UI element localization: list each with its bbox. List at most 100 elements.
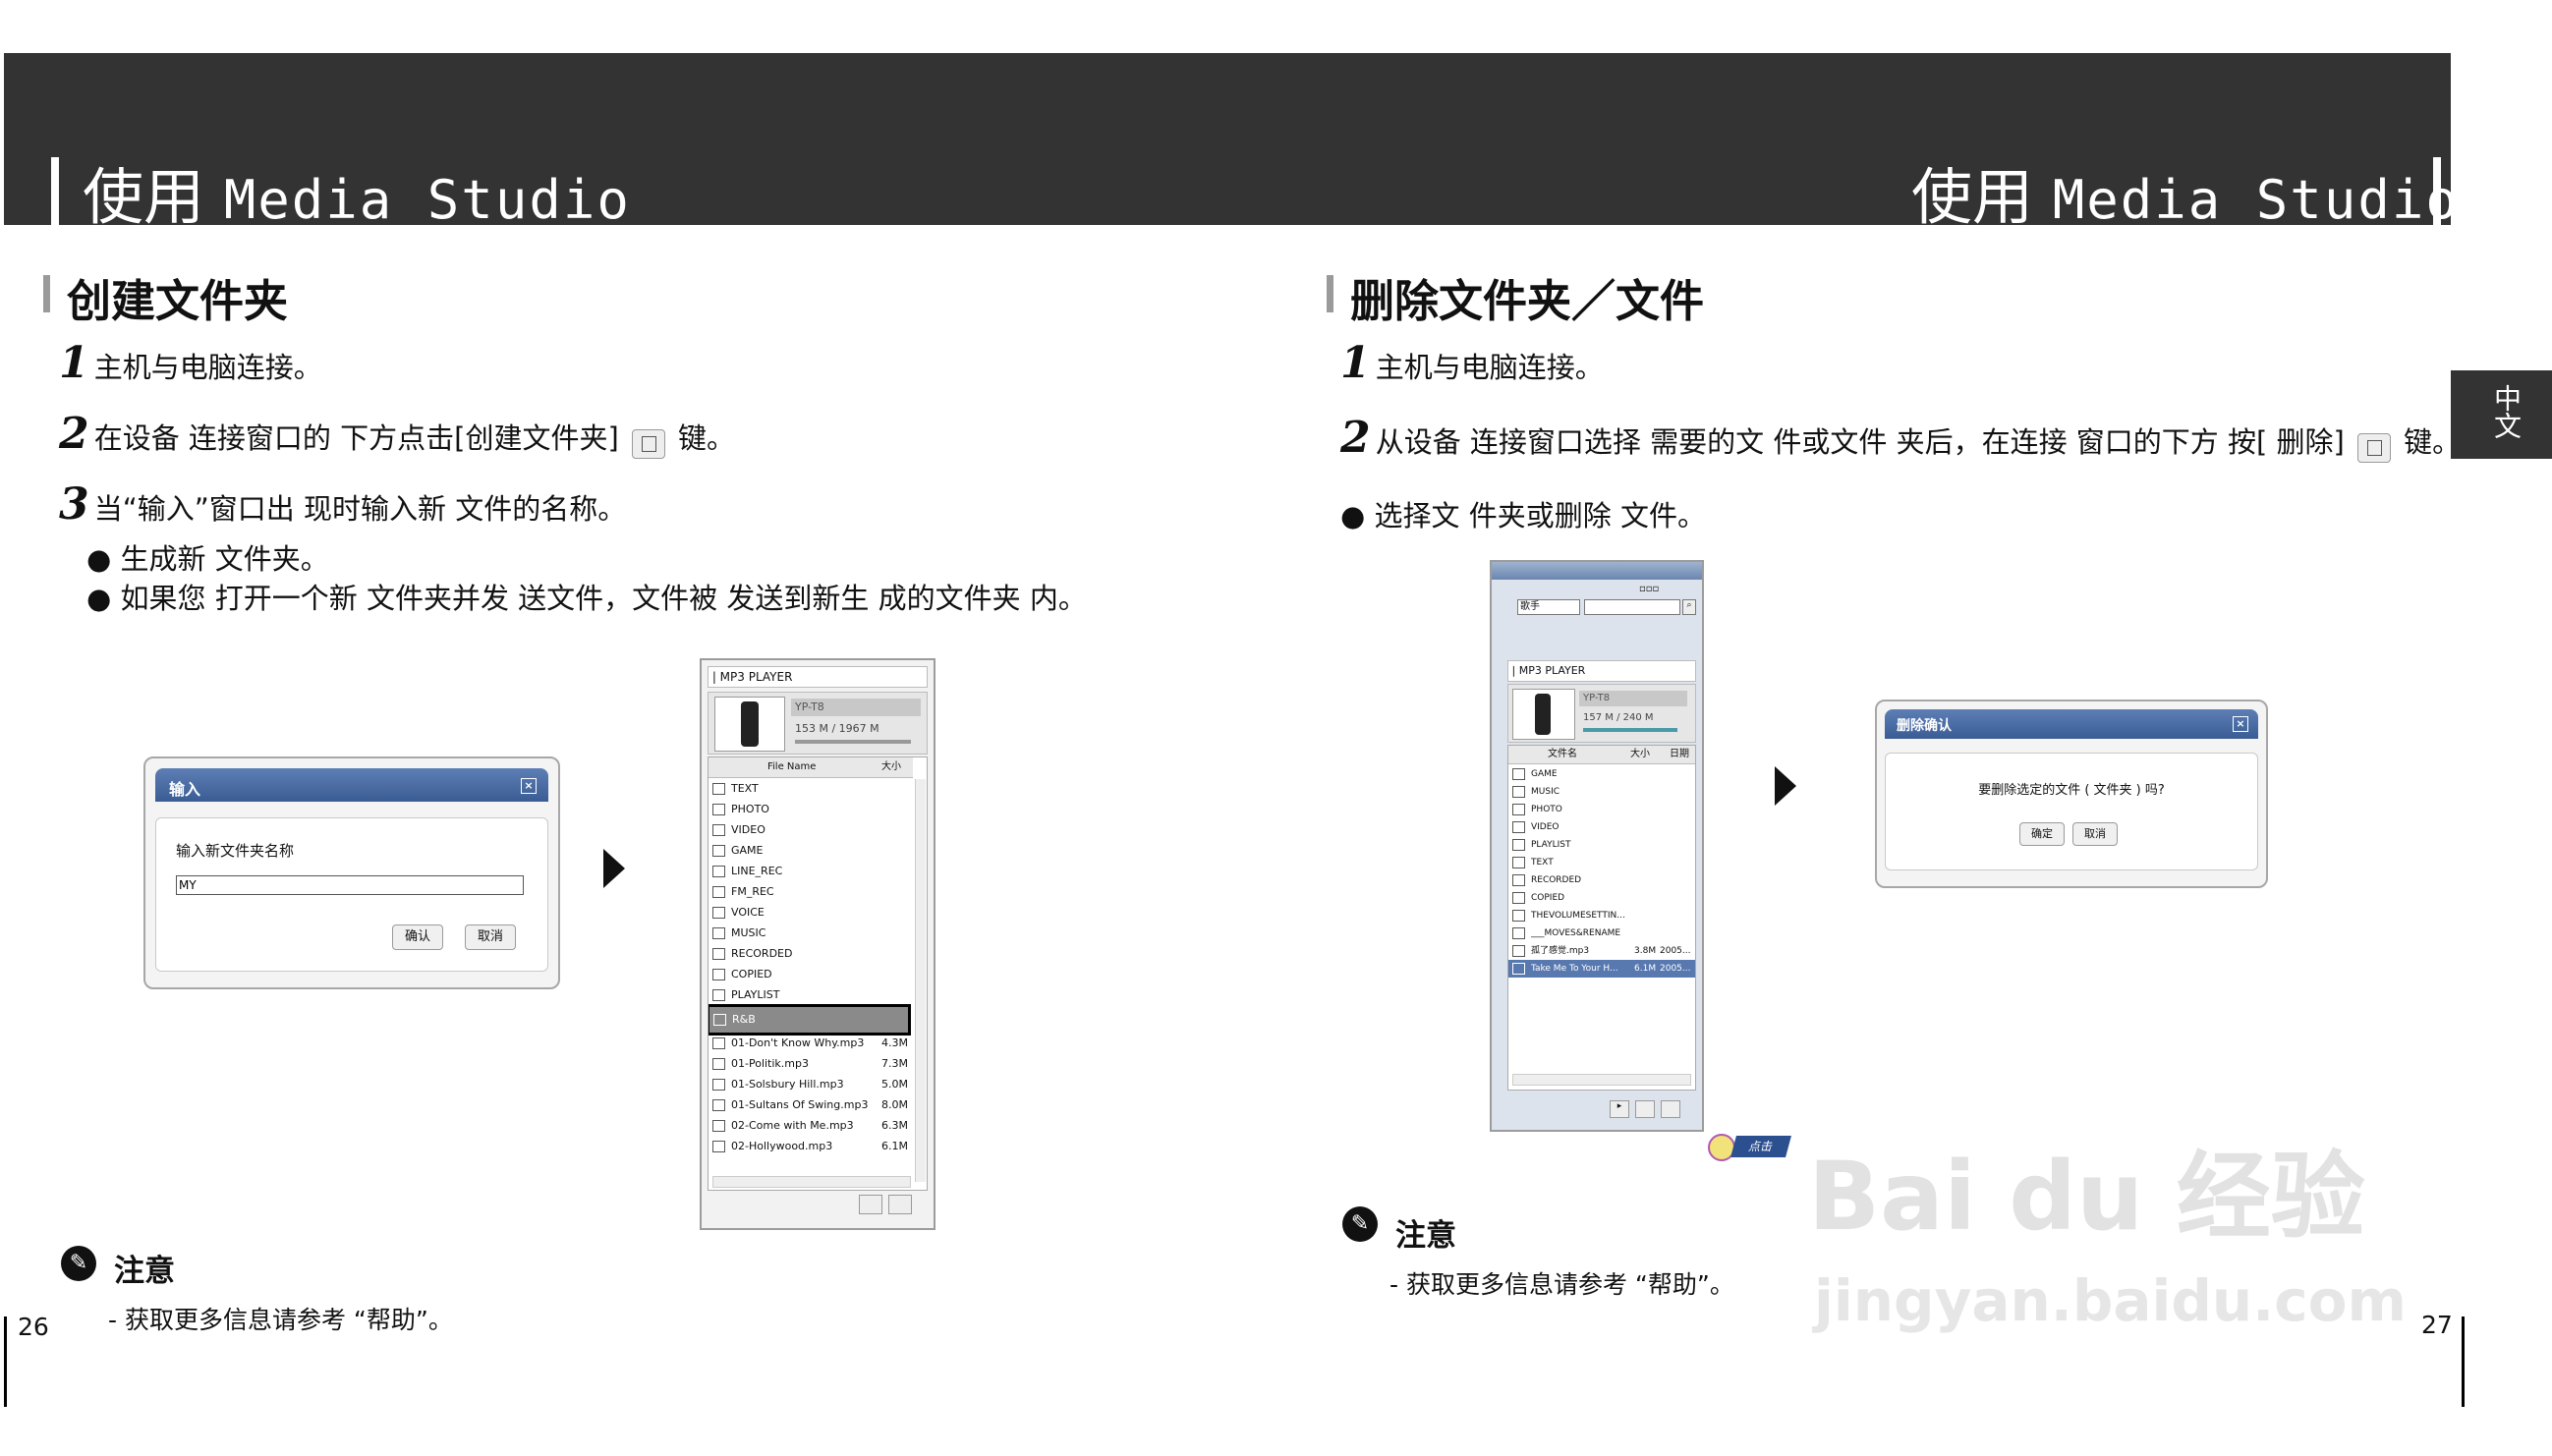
- file-size: 4.3M: [881, 1036, 908, 1049]
- list-item[interactable]: FM_REC: [712, 882, 774, 902]
- column-size[interactable]: 大小: [881, 757, 901, 777]
- list-item[interactable]: 01-Politik.mp3 7.3M: [712, 1054, 909, 1074]
- confirm-button[interactable]: 确定: [2019, 822, 2065, 846]
- list-item[interactable]: TEXT: [712, 779, 759, 799]
- file-icon: [712, 1079, 725, 1091]
- folder-name-input[interactable]: [176, 875, 524, 895]
- file-date: 2005...: [1660, 946, 1691, 956]
- file-date: 2005...: [1660, 964, 1691, 974]
- cancel-button[interactable]: 取消: [2072, 822, 2118, 846]
- arrow-right-icon: [1775, 766, 1796, 806]
- list-item[interactable]: PLAYLIST: [1512, 836, 1570, 854]
- window-titlebar: [1492, 562, 1702, 580]
- delete-button-icon: [2356, 432, 2391, 463]
- list-item[interactable]: GAME: [712, 841, 764, 861]
- column-file-name[interactable]: File Name: [767, 757, 816, 777]
- trash-icon[interactable]: [1661, 1100, 1680, 1118]
- list-item[interactable]: MUSIC: [712, 924, 766, 943]
- step-text-end: 键。: [677, 421, 735, 455]
- bullet-text: 如果您 打开一个新 文件夹并发 送文件，文件被 发送到新生 成的文件夹 内。: [120, 582, 1087, 615]
- list-item[interactable]: GAME: [1512, 765, 1558, 783]
- list-item[interactable]: COPIED: [1512, 889, 1564, 907]
- file-size: 6.1M: [1634, 964, 1657, 974]
- right-bullet-1: ● 选择文 件夹或删除 文件。: [1340, 499, 1706, 532]
- confirm-button[interactable]: 确认: [392, 924, 443, 950]
- list-item[interactable]: VIDEO: [1512, 818, 1560, 836]
- input-dialog-prompt: 输入新文件夹名称: [176, 842, 295, 860]
- list-item[interactable]: THEVOLUMESETTIN...: [1512, 907, 1625, 924]
- folder-name: PLAYLIST: [731, 988, 780, 1001]
- list-item[interactable]: 01-Don't Know Why.mp3 4.3M: [712, 1034, 909, 1053]
- horizontal-scrollbar[interactable]: [1512, 1074, 1691, 1086]
- horizontal-scrollbar[interactable]: [712, 1176, 911, 1188]
- list-item[interactable]: 02-Come with Me.mp3 6.3M: [712, 1116, 909, 1136]
- search-category-select[interactable]: 歌手: [1517, 599, 1580, 615]
- panel-header-label: MP3 PLAYER: [1518, 664, 1586, 677]
- file-icon: [1512, 944, 1525, 957]
- mp3-player-panel-left: | MP3 PLAYER YP-T8 153 M / 1967 M File N…: [700, 658, 936, 1230]
- folder-icon: [712, 907, 725, 919]
- column-size[interactable]: 大小: [1630, 746, 1650, 763]
- window-controls[interactable]: ▫▫▫: [1639, 584, 1659, 594]
- file-size: 7.3M: [881, 1057, 908, 1070]
- list-item[interactable]: 01-Solsbury Hill.mp3 5.0M: [712, 1075, 909, 1094]
- new-folder-icon[interactable]: [1635, 1100, 1655, 1118]
- file-size: 6.3M: [881, 1119, 908, 1132]
- list-item[interactable]: VIDEO: [712, 820, 766, 840]
- right-step-2: 2 从设备 连接窗口选择 需要的文 件或文件 夹后，在连接 窗口的下方 按[ 删…: [1340, 413, 2461, 463]
- list-item[interactable]: PHOTO: [712, 800, 769, 819]
- close-icon[interactable]: ×: [2233, 716, 2248, 732]
- file-size: 5.0M: [881, 1078, 908, 1091]
- list-item-selected[interactable]: R&B: [709, 1004, 911, 1036]
- trash-icon[interactable]: [888, 1195, 912, 1214]
- list-item[interactable]: ___MOVES&RENAME: [1512, 924, 1620, 942]
- header-right-title-cn: 使用: [1911, 161, 2034, 233]
- list-item[interactable]: 02-Hollywood.mp3 6.1M: [712, 1137, 909, 1156]
- folder-name: VOICE: [731, 906, 765, 919]
- folder-name: VIDEO: [731, 823, 766, 836]
- file-icon: [712, 1120, 725, 1132]
- file-list-header: 文件名 大小 日期: [1508, 746, 1695, 764]
- section-marker-right: [1327, 275, 1333, 312]
- step-text: 主机与电脑连接。: [1375, 351, 1604, 384]
- folder-icon: [712, 845, 725, 857]
- cancel-button[interactable]: 取消: [465, 924, 516, 950]
- list-item[interactable]: 01-Sultans Of Swing.mp3 8.0M: [712, 1095, 909, 1115]
- search-icon[interactable]: ⌕: [1682, 599, 1696, 615]
- folder-icon: [712, 969, 725, 980]
- list-item[interactable]: MUSIC: [1512, 783, 1560, 801]
- arrow-right-icon: [603, 849, 625, 888]
- list-item[interactable]: PHOTO: [1512, 801, 1562, 818]
- list-item[interactable]: COPIED: [712, 965, 772, 984]
- new-folder-icon[interactable]: [859, 1195, 882, 1214]
- list-item[interactable]: TEXT: [1512, 854, 1554, 871]
- play-icon[interactable]: ▸: [1610, 1100, 1629, 1118]
- vertical-scrollbar[interactable]: [915, 779, 926, 1182]
- list-item[interactable]: RECORDED: [712, 944, 792, 964]
- search-input[interactable]: [1584, 599, 1680, 615]
- delete-dialog-titlebar: 删除确认 ×: [1885, 709, 2258, 739]
- folder-icon: [1512, 767, 1525, 780]
- list-item[interactable]: VOICE: [712, 903, 765, 923]
- click-callout-label: 点击: [1730, 1136, 1791, 1157]
- list-item[interactable]: 孤了感觉.mp3 3.8M 2005...: [1512, 942, 1691, 960]
- folder-name: GAME: [1531, 769, 1558, 779]
- create-folder-button-icon: [631, 428, 665, 459]
- note-title: 注意: [114, 1254, 175, 1289]
- folder-icon: [1512, 820, 1525, 833]
- folder-icon: [1512, 926, 1525, 939]
- step-text: 当“输入”窗口出 现时输入新 文件的名称。: [93, 492, 627, 526]
- folder-name: FM_REC: [731, 885, 774, 898]
- file-name: Take Me To Your H...: [1531, 964, 1618, 974]
- column-file-name[interactable]: 文件名: [1548, 746, 1577, 763]
- list-item-selected[interactable]: Take Me To Your H... 6.1M 2005...: [1508, 960, 1695, 978]
- close-icon[interactable]: ×: [521, 778, 537, 794]
- list-item[interactable]: PLAYLIST: [712, 985, 779, 1005]
- list-item[interactable]: LINE_REC: [712, 862, 782, 881]
- column-date[interactable]: 日期: [1670, 746, 1689, 763]
- device-thumbnail: [1512, 689, 1575, 740]
- list-item[interactable]: RECORDED: [1512, 871, 1581, 889]
- file-name: 02-Hollywood.mp3: [731, 1140, 833, 1152]
- file-size: 3.8M: [1634, 946, 1657, 956]
- file-icon: [712, 1099, 725, 1111]
